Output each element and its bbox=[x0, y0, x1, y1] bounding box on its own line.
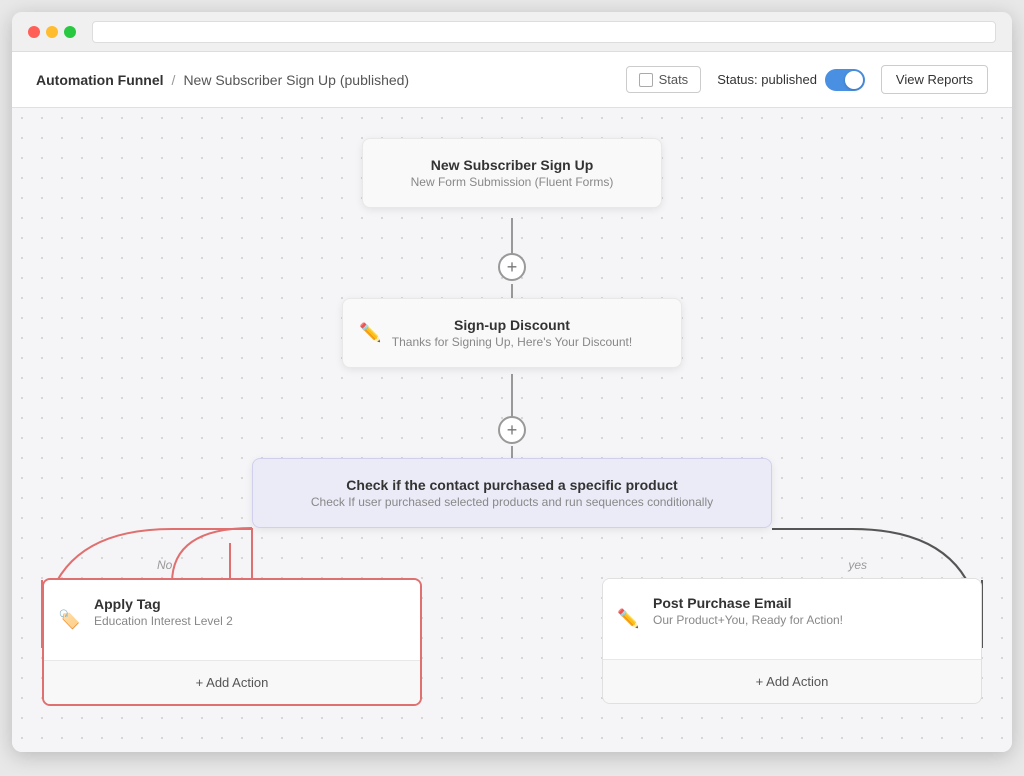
email-subtitle: Thanks for Signing Up, Here's Your Disco… bbox=[363, 335, 661, 349]
minimize-button[interactable] bbox=[46, 26, 58, 38]
email-title: Sign-up Discount bbox=[363, 317, 661, 333]
header: Automation Funnel / New Subscriber Sign … bbox=[12, 52, 1012, 108]
maximize-button[interactable] bbox=[64, 26, 76, 38]
breadcrumb-main[interactable]: Automation Funnel bbox=[36, 72, 164, 88]
condition-subtitle: Check If user purchased selected product… bbox=[277, 495, 747, 509]
action-card-right-inner: ✏️ Post Purchase Email Our Product+You, … bbox=[603, 579, 981, 659]
main-window: Automation Funnel / New Subscriber Sign … bbox=[12, 12, 1012, 752]
action-right-title: Post Purchase Email bbox=[653, 595, 961, 611]
edit-icon-right: ✏️ bbox=[617, 609, 639, 630]
action-card-left-inner: 🏷️ Apply Tag Education Interest Level 2 bbox=[44, 580, 420, 660]
action-right-subtitle: Our Product+You, Ready for Action! bbox=[653, 613, 961, 627]
branch-label-yes: yes bbox=[848, 558, 867, 572]
stats-label: Stats bbox=[659, 72, 689, 87]
traffic-lights bbox=[28, 26, 76, 38]
url-bar[interactable] bbox=[92, 21, 996, 43]
edit-icon: ✏️ bbox=[359, 323, 381, 344]
connector-1[interactable]: + bbox=[498, 253, 526, 281]
stats-checkbox bbox=[639, 73, 653, 87]
action-card-right: ✏️ Post Purchase Email Our Product+You, … bbox=[602, 578, 982, 704]
close-button[interactable] bbox=[28, 26, 40, 38]
action-left-subtitle: Education Interest Level 2 bbox=[94, 614, 400, 628]
header-actions: Stats Status: published View Reports bbox=[626, 65, 988, 94]
add-action-right-button[interactable]: + Add Action bbox=[603, 659, 981, 703]
breadcrumb-separator: / bbox=[172, 72, 176, 88]
trigger-title: New Subscriber Sign Up bbox=[383, 157, 641, 173]
condition-title: Check if the contact purchased a specifi… bbox=[277, 477, 747, 493]
trigger-node[interactable]: New Subscriber Sign Up New Form Submissi… bbox=[362, 138, 662, 208]
action-left-title: Apply Tag bbox=[94, 596, 400, 612]
tag-icon: 🏷️ bbox=[58, 610, 80, 631]
status-label: Status: published bbox=[717, 72, 817, 87]
view-reports-button[interactable]: View Reports bbox=[881, 65, 988, 94]
connector-2[interactable]: + bbox=[498, 416, 526, 444]
breadcrumb: Automation Funnel / New Subscriber Sign … bbox=[36, 72, 409, 88]
breadcrumb-sub: New Subscriber Sign Up (published) bbox=[183, 72, 409, 88]
flow-canvas: New Subscriber Sign Up New Form Submissi… bbox=[12, 108, 1012, 752]
connector-1-plus: + bbox=[507, 257, 518, 278]
connector-2-plus: + bbox=[507, 420, 518, 441]
branch-label-no: No bbox=[157, 558, 172, 572]
stats-button[interactable]: Stats bbox=[626, 66, 702, 93]
title-bar bbox=[12, 12, 1012, 52]
status-area: Status: published bbox=[717, 69, 865, 91]
status-toggle[interactable] bbox=[825, 69, 865, 91]
trigger-subtitle: New Form Submission (Fluent Forms) bbox=[383, 175, 641, 189]
action-card-left: 🏷️ Apply Tag Education Interest Level 2 … bbox=[42, 578, 422, 706]
add-action-left-button[interactable]: + Add Action bbox=[44, 660, 420, 704]
condition-node[interactable]: Check if the contact purchased a specifi… bbox=[252, 458, 772, 528]
email-node[interactable]: ✏️ Sign-up Discount Thanks for Signing U… bbox=[342, 298, 682, 368]
